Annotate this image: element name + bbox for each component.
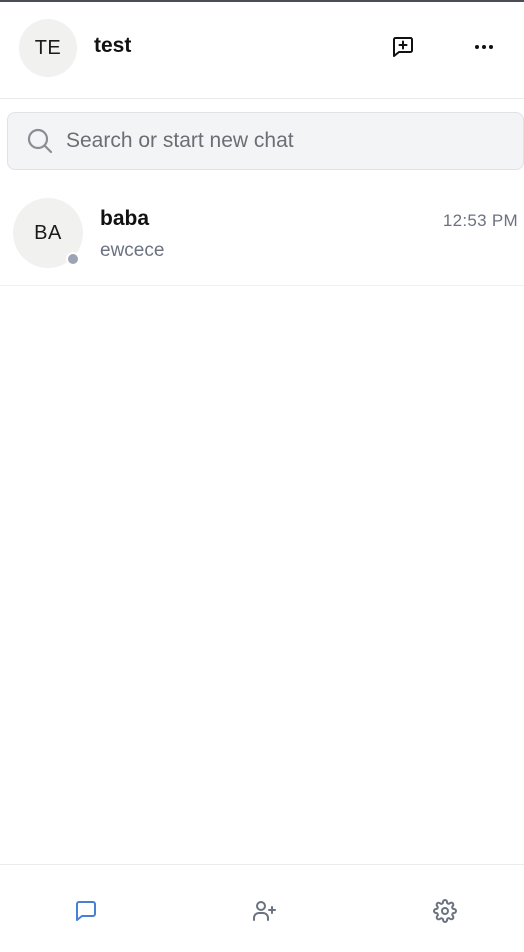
user-avatar[interactable]: TE	[19, 19, 77, 77]
nav-add-contact-button[interactable]	[243, 891, 287, 931]
more-options-button[interactable]	[464, 27, 504, 67]
bottom-navigation	[0, 864, 524, 952]
search-icon	[27, 128, 53, 154]
settings-icon	[433, 899, 457, 923]
new-chat-button[interactable]	[383, 27, 423, 67]
nav-chats-button[interactable]	[64, 891, 108, 931]
status-indicator	[66, 252, 80, 266]
user-plus-icon	[253, 901, 276, 921]
chat-list-item[interactable]: BA baba 12:53 PM ewcece	[0, 183, 524, 286]
header: TE test	[0, 2, 524, 99]
contact-name: baba	[100, 207, 150, 230]
message-plus-icon	[393, 37, 413, 57]
user-name: test	[94, 34, 132, 57]
app-window: TE test BA baba 12:53 PM	[0, 0, 524, 952]
nav-settings-button[interactable]	[423, 891, 467, 931]
more-horizontal-icon	[475, 45, 493, 49]
last-message-preview: ewcece	[100, 240, 165, 261]
chat-icon	[76, 901, 96, 921]
search-bar	[7, 112, 524, 170]
message-timestamp: 12:53 PM	[442, 211, 518, 230]
search-input[interactable]	[66, 121, 506, 161]
